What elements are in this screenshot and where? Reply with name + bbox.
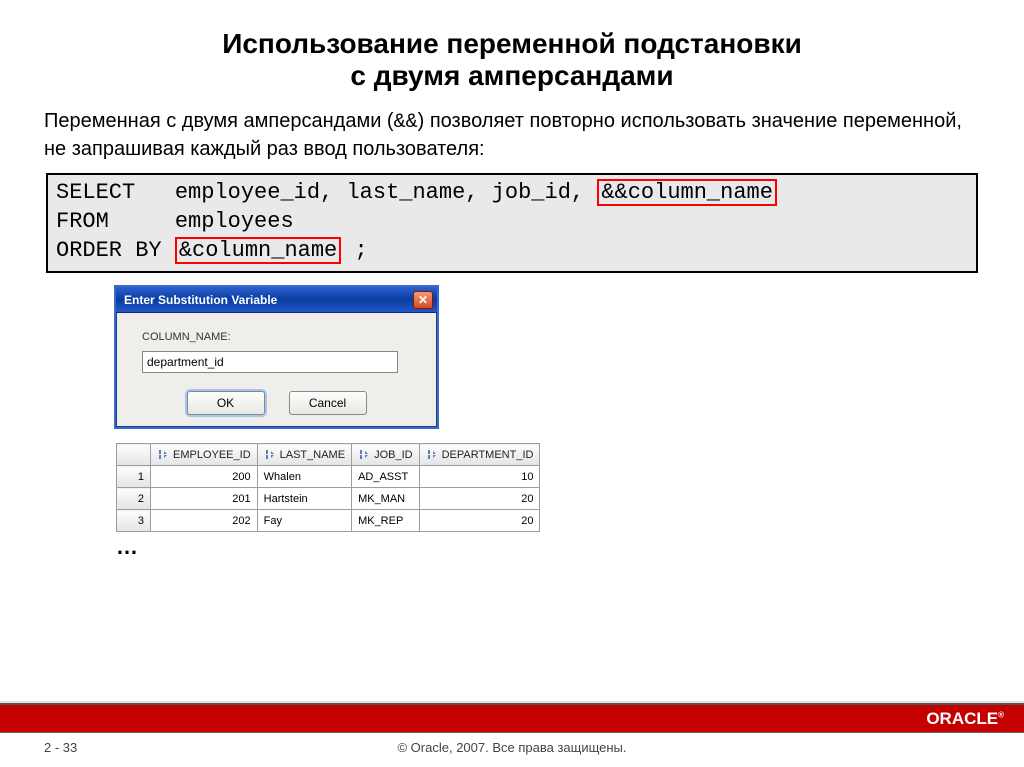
dialog-title-text: Enter Substitution Variable (124, 293, 277, 307)
footer-red-bar: ORACLE® (0, 703, 1024, 733)
ellipsis: … (116, 534, 980, 560)
col-last-name[interactable]: LAST_NAME (257, 444, 351, 466)
table-header-row: EMPLOYEE_ID LAST_NAME JOB_ID DEPARTMENT_… (117, 444, 540, 466)
cell-last-name: Fay (257, 510, 351, 532)
column-name-input[interactable] (142, 351, 398, 373)
sql-from-table: employees (175, 209, 294, 234)
table-corner (117, 444, 151, 466)
sql-select-keyword: SELECT (56, 180, 135, 205)
title-line-1: Использование переменной подстановки (222, 28, 802, 59)
row-number: 3 (117, 510, 151, 532)
ok-button[interactable]: OK (187, 391, 265, 415)
double-ampersand-inline: && (394, 111, 418, 134)
sql-double-ampersand-highlight: &&column_name (597, 179, 777, 206)
sort-icon (426, 449, 438, 461)
results-table: EMPLOYEE_ID LAST_NAME JOB_ID DEPARTMENT_… (116, 443, 540, 532)
sql-code-block: SELECT employee_id, last_name, job_id, &… (46, 173, 978, 273)
cell-last-name: Whalen (257, 466, 351, 488)
copyright-text: © Oracle, 2007. Все права защищены. (0, 740, 1024, 755)
cell-employee-id: 201 (151, 488, 258, 510)
oracle-logo: ORACLE® (926, 709, 1004, 729)
body-paragraph: Переменная с двумя амперсандами (&&) поз… (44, 108, 980, 163)
row-number: 1 (117, 466, 151, 488)
sql-select-columns: employee_id, last_name, job_id, (175, 180, 584, 205)
close-icon[interactable]: ✕ (413, 291, 433, 309)
col-department-id[interactable]: DEPARTMENT_ID (419, 444, 540, 466)
sort-icon (157, 449, 169, 461)
cell-job-id: AD_ASST (352, 466, 420, 488)
dialog-field-label: COLUMN_NAME: (142, 331, 421, 343)
sql-semicolon: ; (354, 238, 367, 263)
cell-job-id: MK_MAN (352, 488, 420, 510)
cell-department-id: 20 (419, 510, 540, 532)
sql-orderby-keyword: ORDER BY (56, 238, 162, 263)
title-line-2: с двумя амперсандами (350, 60, 673, 91)
col-employee-id[interactable]: EMPLOYEE_ID (151, 444, 258, 466)
col-job-id[interactable]: JOB_ID (352, 444, 420, 466)
cell-last-name: Hartstein (257, 488, 351, 510)
row-number: 2 (117, 488, 151, 510)
dialog-titlebar[interactable]: Enter Substitution Variable ✕ (116, 287, 437, 313)
table-row[interactable]: 2 201 Hartstein MK_MAN 20 (117, 488, 540, 510)
slide-title: Использование переменной подстановки с д… (44, 28, 980, 92)
sql-from-keyword: FROM (56, 209, 109, 234)
sort-icon (264, 449, 276, 461)
cancel-button[interactable]: Cancel (289, 391, 367, 415)
cell-department-id: 10 (419, 466, 540, 488)
cell-employee-id: 200 (151, 466, 258, 488)
substitution-dialog: Enter Substitution Variable ✕ COLUMN_NAM… (114, 285, 439, 429)
cell-job-id: MK_REP (352, 510, 420, 532)
table-row[interactable]: 1 200 Whalen AD_ASST 10 (117, 466, 540, 488)
sql-single-ampersand-highlight: &column_name (175, 237, 341, 264)
cell-department-id: 20 (419, 488, 540, 510)
table-row[interactable]: 3 202 Fay MK_REP 20 (117, 510, 540, 532)
sort-icon (358, 449, 370, 461)
body-text-pre: Переменная с двумя амперсандами ( (44, 110, 394, 132)
cell-employee-id: 202 (151, 510, 258, 532)
